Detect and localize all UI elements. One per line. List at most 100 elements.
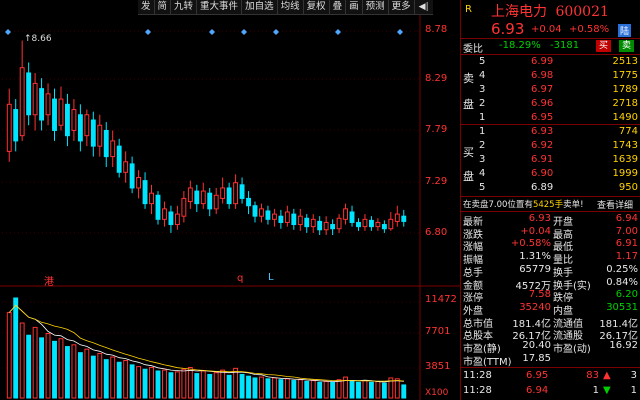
- ask-price[interactable]: 6.97: [531, 84, 553, 95]
- volume-axis-tick: 7701: [425, 326, 451, 337]
- event-marker-icon[interactable]: [5, 29, 11, 35]
- weibi-label: 委比: [463, 44, 483, 55]
- volume-bar: [155, 370, 161, 399]
- weibi-value: -18.29%: [499, 40, 541, 51]
- bid-side-label: 盘: [463, 170, 474, 183]
- large-order-notice[interactable]: 在卖盘7.00位置有5425手卖单!: [463, 198, 584, 210]
- buy-button[interactable]: 买: [596, 40, 612, 52]
- volume-bar: [200, 370, 206, 399]
- toolbar-button[interactable]: 简: [155, 0, 172, 14]
- candle-body: [162, 208, 167, 220]
- bid-price[interactable]: 6.89: [531, 182, 553, 193]
- arrow-down-icon: ▼: [603, 385, 611, 396]
- volume-bar: [368, 381, 374, 399]
- bid-price[interactable]: 6.91: [531, 154, 553, 165]
- toolbar-button[interactable]: 九转: [171, 0, 198, 14]
- marker-hk: 港: [44, 277, 54, 288]
- volume-bar: [174, 371, 180, 399]
- bid-volume: 774: [618, 126, 638, 137]
- candle-body: [142, 180, 148, 205]
- event-marker-icon[interactable]: [209, 29, 215, 35]
- bid-price[interactable]: 6.93: [531, 126, 553, 137]
- toolbar-button[interactable]: 发: [138, 0, 155, 14]
- kline-chart[interactable]: [0, 0, 460, 400]
- price-axis-tick: 8.78: [425, 24, 448, 35]
- toolbar-button[interactable]: 画: [346, 0, 363, 14]
- toolbar-button[interactable]: 叠: [330, 0, 347, 14]
- volume-bar: [13, 297, 19, 399]
- volume-bar: [116, 361, 122, 399]
- bid-price[interactable]: 6.92: [531, 140, 553, 151]
- candle-body: [265, 210, 271, 220]
- stat-value: 65779: [519, 263, 551, 275]
- volume-bar: [323, 380, 329, 399]
- toolbar-button[interactable]: 重大事件: [197, 0, 243, 14]
- candle-body: [110, 140, 116, 158]
- bid-level: 3: [479, 154, 486, 165]
- volume-bar: [187, 366, 193, 399]
- volume-bar: [252, 377, 258, 399]
- candle-body: [97, 124, 103, 147]
- candle-body: [71, 109, 77, 131]
- candle-body: [233, 182, 239, 205]
- ask-price[interactable]: 6.95: [531, 112, 553, 123]
- ask-level: 1: [479, 112, 486, 123]
- event-marker-icon[interactable]: [241, 29, 247, 35]
- candle-body: [284, 211, 290, 223]
- bid-side-label: 买: [463, 146, 474, 159]
- stat-value: 1.31%: [519, 251, 551, 263]
- toolbar-button[interactable]: 均线: [278, 0, 304, 14]
- kline-chart-panel[interactable]: 发简九转 重大事件 加自选 均线 复权叠画预测 更多 ◀| ↑8.66 港 q L 8.78…: [0, 0, 460, 400]
- candle-body: [58, 98, 64, 126]
- ask-price[interactable]: 6.99: [531, 56, 553, 67]
- event-marker-icon[interactable]: [397, 29, 403, 35]
- high-price-label: ↑8.66: [24, 34, 52, 44]
- volume-bar: [310, 380, 316, 399]
- event-marker-icon[interactable]: [145, 29, 151, 35]
- candle-body: [32, 82, 38, 116]
- event-marker-icon[interactable]: [335, 29, 341, 35]
- toolbar-button[interactable]: 更多: [389, 0, 415, 14]
- collapse-arrow-icon[interactable]: ◀|: [415, 0, 433, 14]
- volume-bar: [297, 379, 303, 399]
- ask-volume: 1490: [612, 112, 638, 123]
- sell-button[interactable]: 卖: [619, 40, 635, 52]
- volume-bar: [226, 374, 232, 399]
- candle-body: [375, 221, 381, 228]
- volume-bar: [45, 332, 51, 399]
- volume-bar: [84, 348, 90, 399]
- bid-level: 4: [479, 168, 486, 179]
- volume-bar: [58, 338, 64, 399]
- candle-body: [187, 187, 193, 203]
- volume-bar: [259, 376, 264, 399]
- weicha-value: -3181: [550, 40, 580, 51]
- candle-body: [381, 224, 387, 230]
- volume-bar: [162, 369, 167, 399]
- volume-bar: [77, 352, 83, 399]
- event-marker-icon[interactable]: [273, 29, 279, 35]
- ask-side-label: 盘: [463, 98, 474, 111]
- candle-body: [174, 213, 180, 226]
- tick-count: 3: [630, 370, 637, 381]
- toolbar-button[interactable]: 复权: [304, 0, 330, 14]
- notice-detail-link[interactable]: 查看详细: [597, 198, 633, 211]
- volume-bar: [90, 355, 96, 399]
- volume-bar: [349, 380, 355, 399]
- candle-body: [13, 109, 19, 142]
- volume-axis-tick: 11472: [425, 294, 457, 305]
- ask-price[interactable]: 6.96: [531, 98, 553, 109]
- candle-body: [310, 218, 316, 228]
- bid-price[interactable]: 6.90: [531, 168, 553, 179]
- candle-body: [246, 197, 251, 207]
- volume-axis-tick: 3851: [425, 361, 451, 372]
- candle-body: [181, 197, 187, 217]
- toolbar-button[interactable]: 加自选: [242, 0, 278, 14]
- bid-volume: 1639: [612, 154, 638, 165]
- volume-bar: [129, 364, 135, 399]
- volume-bar: [97, 353, 103, 399]
- price-change: +0.04: [531, 24, 562, 35]
- stat-value: 1.17: [615, 251, 638, 263]
- toolbar-button[interactable]: 预测: [363, 0, 389, 14]
- ask-price[interactable]: 6.98: [531, 70, 553, 81]
- tick-volume: 1: [592, 385, 599, 396]
